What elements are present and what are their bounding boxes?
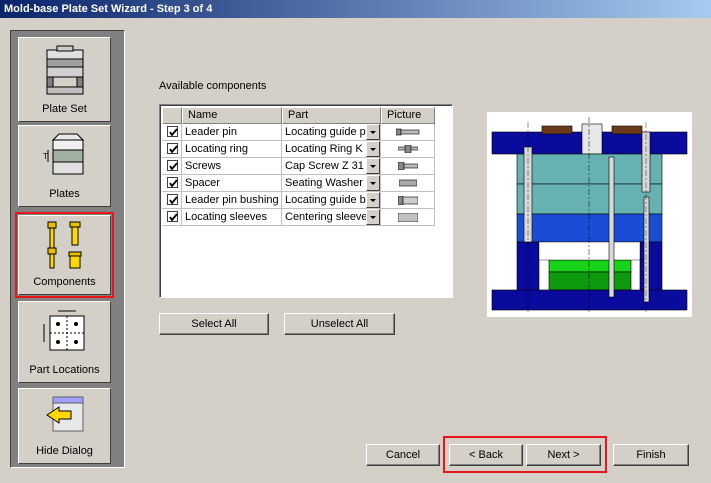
sidebar-item-label: Components (33, 276, 96, 288)
components-table: Name Part Picture Leader pin Locating gu… (159, 104, 453, 298)
row-checkbox-cell[interactable] (162, 141, 182, 158)
row-part-value: Cap Screw Z 31 (285, 160, 364, 172)
row-checkbox-cell[interactable] (162, 158, 182, 175)
sidebar-item-components[interactable]: Components (15, 212, 114, 298)
sidebar-item-label: Plates (49, 188, 80, 200)
row-part-select[interactable]: Centering sleeve.. (282, 209, 381, 226)
svg-text:T: T (43, 152, 48, 161)
check-icon (169, 128, 178, 137)
row-checkbox[interactable] (167, 194, 178, 205)
dropdown-arrow-icon[interactable] (366, 209, 380, 225)
row-part-value: Locating Ring K .. (285, 143, 372, 155)
row-checkbox-cell[interactable] (162, 124, 182, 141)
row-picture (381, 158, 435, 175)
header-check-column (162, 107, 182, 124)
row-picture (381, 124, 435, 141)
row-name: Leader pin (182, 124, 282, 141)
row-picture (381, 192, 435, 209)
row-name: Spacer (182, 175, 282, 192)
sidebar-item-part-locations[interactable]: Part Locations (18, 301, 111, 383)
select-all-button[interactable]: Select All (159, 313, 269, 335)
row-checkbox[interactable] (167, 143, 178, 154)
row-part-value: Locating guide b.. (285, 194, 372, 206)
row-part-select[interactable]: Seating Washer .. (282, 175, 381, 192)
row-part-select[interactable]: Locating guide b.. (282, 192, 381, 209)
sidebar-item-label: Part Locations (29, 364, 100, 376)
check-icon (169, 179, 178, 188)
leader-pin-thumbnail (395, 128, 419, 136)
sidebar-item-label: Hide Dialog (36, 445, 93, 457)
unselect-all-button[interactable]: Unselect All (284, 313, 395, 335)
row-part-value: Centering sleeve.. (285, 211, 374, 223)
header-name[interactable]: Name (182, 107, 282, 124)
row-checkbox[interactable] (167, 160, 178, 171)
row-part-value: Seating Washer .. (285, 177, 373, 189)
part-locations-icon (43, 310, 84, 351)
hide-dialog-icon (45, 396, 83, 432)
row-name: Screws (182, 158, 282, 175)
bushing-thumbnail (397, 196, 418, 205)
plates-icon: T (43, 133, 84, 175)
dropdown-arrow-icon[interactable] (366, 192, 380, 208)
row-checkbox[interactable] (167, 126, 178, 137)
locating-ring-thumbnail (397, 145, 418, 153)
mold-assembly-drawing (491, 117, 688, 312)
check-icon (169, 196, 178, 205)
check-icon (169, 145, 178, 154)
dropdown-arrow-icon[interactable] (366, 158, 380, 174)
plate-set-icon (46, 45, 83, 95)
cancel-button[interactable]: Cancel (366, 444, 440, 466)
sidebar-item-label: Plate Set (42, 103, 87, 115)
next-button[interactable]: Next > (526, 444, 601, 466)
sleeve-thumbnail (397, 213, 418, 222)
row-part-select[interactable]: Locating Ring K .. (282, 141, 381, 158)
row-picture (381, 209, 435, 226)
row-part-select[interactable]: Cap Screw Z 31 (282, 158, 381, 175)
row-name: Locating ring (182, 141, 282, 158)
row-picture (381, 175, 435, 192)
row-name: Locating sleeves (182, 209, 282, 226)
dropdown-arrow-icon[interactable] (366, 141, 380, 157)
sidebar-item-plates[interactable]: T Plates (18, 125, 111, 207)
check-icon (169, 213, 178, 222)
row-checkbox[interactable] (167, 211, 178, 222)
row-picture (381, 141, 435, 158)
spacer-thumbnail (398, 179, 417, 187)
header-picture[interactable]: Picture (381, 107, 435, 124)
wizard-step-sidebar: Plate Set T Plates Components Part Locat… (10, 30, 125, 468)
screw-thumbnail (397, 162, 418, 170)
row-checkbox-cell[interactable] (162, 209, 182, 226)
sidebar-item-hide-dialog[interactable]: Hide Dialog (18, 388, 111, 464)
dropdown-arrow-icon[interactable] (366, 124, 380, 140)
row-name: Leader pin bushing (182, 192, 282, 209)
row-checkbox-cell[interactable] (162, 175, 182, 192)
header-part[interactable]: Part (282, 107, 381, 124)
back-button[interactable]: < Back (449, 444, 523, 466)
available-components-label: Available components (159, 80, 267, 92)
window-title: Mold-base Plate Set Wizard - Step 3 of 4 (0, 0, 711, 18)
sidebar-item-plate-set[interactable]: Plate Set (18, 37, 111, 122)
mold-preview (487, 112, 692, 317)
finish-button[interactable]: Finish (613, 444, 689, 466)
dropdown-arrow-icon[interactable] (366, 175, 380, 191)
row-checkbox-cell[interactable] (162, 192, 182, 209)
check-icon (169, 162, 178, 171)
row-checkbox[interactable] (167, 177, 178, 188)
row-part-select[interactable]: Locating guide pi.. (282, 124, 381, 141)
components-icon (47, 221, 81, 269)
row-part-value: Locating guide pi.. (285, 126, 375, 138)
